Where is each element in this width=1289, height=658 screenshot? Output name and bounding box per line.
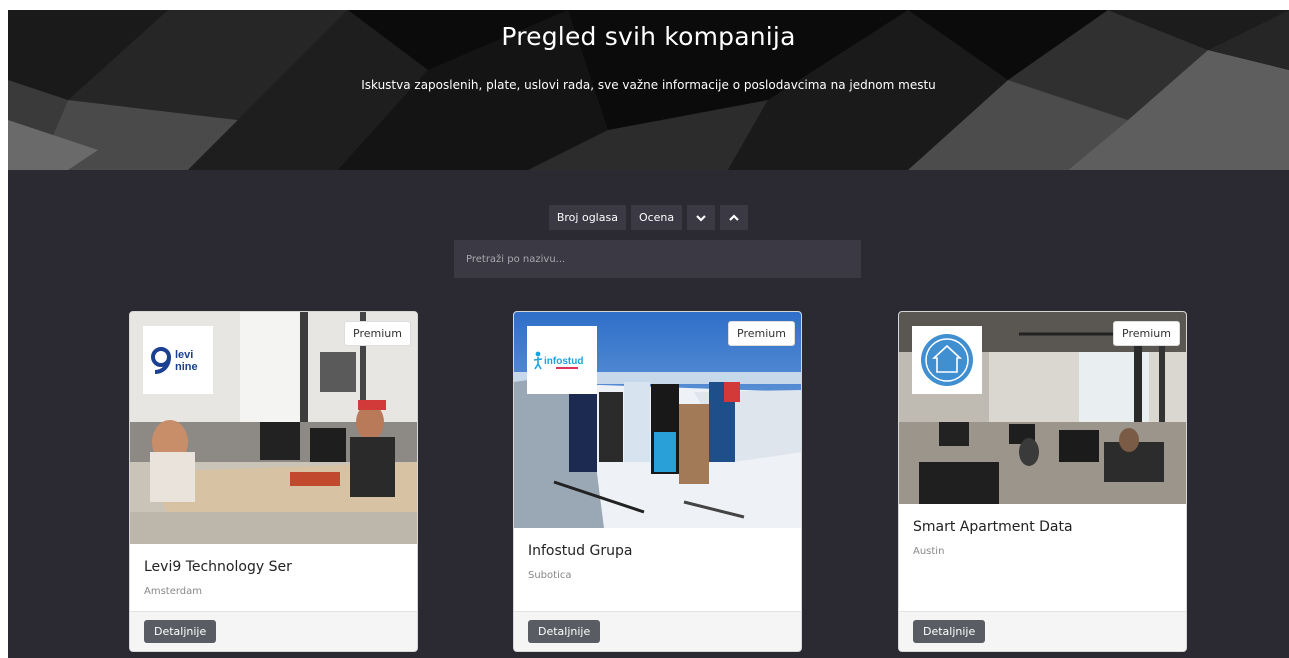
house-logo-icon	[921, 334, 973, 386]
company-city: Amsterdam	[144, 586, 203, 597]
company-card: levi nine Premium Levi9 Technology Ser A…	[129, 311, 418, 652]
chevron-up-icon	[729, 213, 739, 221]
company-logo	[912, 326, 982, 394]
page-title: Pregled svih kompanija	[501, 22, 796, 51]
card-footer: Detaljnije	[130, 611, 417, 651]
company-name: Smart Apartment Data	[913, 519, 1073, 535]
hero-banner: Pregled svih kompanija Iskustva zaposlen…	[8, 10, 1289, 170]
company-city: Austin	[913, 546, 945, 557]
company-logo: infostud	[527, 326, 597, 394]
details-button[interactable]: Detaljnije	[528, 620, 601, 643]
card-footer: Detaljnije	[514, 611, 801, 651]
company-city: Subotica	[528, 570, 572, 581]
page-subtitle: Iskustva zaposlenih, plate, uslovi rada,…	[361, 78, 936, 92]
infostud-logo-icon: infostud	[533, 351, 583, 370]
company-logo: levi nine	[143, 326, 213, 394]
search-input[interactable]	[454, 240, 861, 278]
sort-by-ads-button[interactable]: Broj oglasa	[548, 205, 626, 230]
logo-text-infostud: infostud	[544, 356, 583, 367]
company-card: infostud Premium Infostud Grupa Subotica…	[513, 311, 802, 652]
levi9-logo-icon: levi nine	[151, 347, 198, 374]
sort-by-rating-button[interactable]: Ocena	[630, 205, 683, 230]
sort-descending-button[interactable]	[687, 205, 716, 230]
details-button[interactable]: Detaljnije	[144, 620, 217, 643]
company-name: Infostud Grupa	[528, 543, 633, 559]
company-name: Levi9 Technology Ser	[144, 559, 292, 575]
sort-ascending-button[interactable]	[720, 205, 749, 230]
details-button[interactable]: Detaljnije	[913, 620, 986, 643]
sort-bar: Broj oglasa Ocena	[8, 205, 1289, 230]
company-card: Premium Smart Apartment Data Austin Deta…	[898, 311, 1187, 652]
page: Pregled svih kompanija Iskustva zaposlen…	[8, 10, 1289, 658]
logo-text-nine: nine	[175, 361, 198, 373]
premium-badge: Premium	[344, 321, 411, 346]
card-footer: Detaljnije	[899, 611, 1186, 651]
premium-badge: Premium	[728, 321, 795, 346]
chevron-down-icon	[696, 214, 706, 222]
premium-badge: Premium	[1113, 321, 1180, 346]
logo-text-levi: levi	[175, 349, 193, 361]
